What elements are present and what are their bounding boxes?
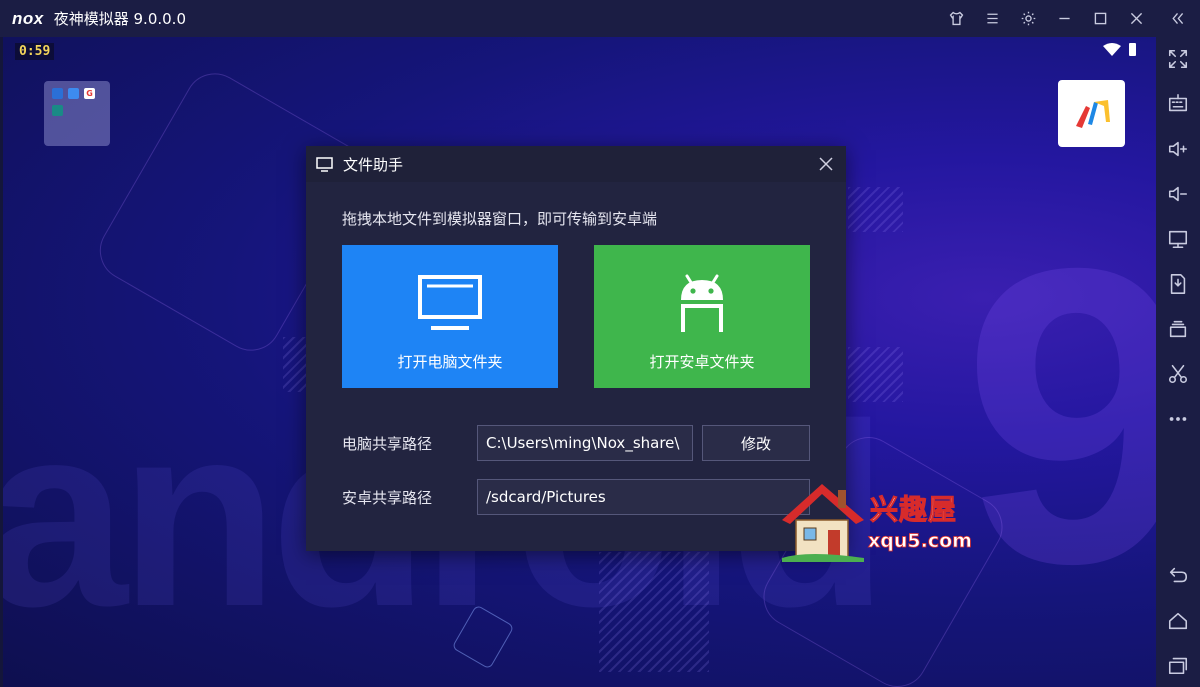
- watermark-brand: 兴趣屋: [869, 493, 958, 527]
- multi-instance-icon: [1169, 320, 1187, 338]
- android-path-row: 安卓共享路径 /sdcard/Pictures: [342, 479, 810, 515]
- recent-apps-icon: [1168, 657, 1188, 675]
- app-icon-store[interactable]: [52, 88, 63, 99]
- computer-icon: [418, 275, 482, 330]
- android-icon: [681, 274, 723, 332]
- keyboard-button[interactable]: [1156, 86, 1200, 122]
- app-icon-tile[interactable]: [1058, 80, 1125, 147]
- dialog-description: 拖拽本地文件到模拟器窗口，即可传输到安卓端: [342, 210, 658, 228]
- status-icons: [1103, 43, 1136, 56]
- volume-up-button[interactable]: [1156, 131, 1200, 167]
- volume-down-button[interactable]: [1156, 176, 1200, 212]
- screen-icon: [1168, 230, 1188, 249]
- close-icon: [819, 157, 833, 171]
- android-path-field[interactable]: /sdcard/Pictures: [477, 479, 810, 515]
- house-logo-icon: [782, 484, 864, 562]
- pc-path-label: 电脑共享路径: [342, 434, 433, 453]
- open-android-folder-button[interactable]: 打开安卓文件夹: [594, 245, 810, 388]
- pc-path-row: 电脑共享路径 C:\Users\ming\Nox_share\ 修改: [342, 425, 810, 461]
- volume-up-icon: [1168, 141, 1188, 157]
- nox-logo: nox: [12, 8, 44, 28]
- settings-icon[interactable]: [1010, 0, 1046, 37]
- open-pc-folder-button[interactable]: 打开电脑文件夹: [342, 245, 558, 388]
- recent-apps-button[interactable]: [1156, 647, 1200, 683]
- app-icon-files[interactable]: [68, 88, 79, 99]
- window-controls: [938, 0, 1200, 37]
- watermark-url: xqu5.com: [868, 530, 973, 553]
- close-icon[interactable]: [1118, 0, 1154, 37]
- dialog-title: 文件助手: [343, 155, 404, 174]
- wallpaper-nine: 9: [962, 182, 1156, 651]
- back-icon: [1169, 567, 1188, 583]
- app-title: 夜神模拟器 9.0.0.0: [53, 10, 186, 28]
- dialog-body: 拖拽本地文件到模拟器窗口，即可传输到安卓端 打开电脑文件夹 打开安卓文件夹 电脑…: [306, 182, 846, 551]
- volume-down-icon: [1168, 186, 1188, 202]
- status-clock: 0:59: [15, 43, 55, 60]
- title-bar: nox 夜神模拟器 9.0.0.0: [0, 0, 1200, 37]
- dialog-close-button[interactable]: [814, 152, 838, 176]
- home-icon: [1168, 612, 1188, 630]
- multi-instance-button[interactable]: [1156, 311, 1200, 347]
- site-watermark: 兴趣屋 xqu5.com: [778, 480, 978, 562]
- open-android-folder-label: 打开安卓文件夹: [649, 353, 755, 371]
- app-icon-google[interactable]: G: [84, 88, 95, 99]
- fullscreen-button[interactable]: [1156, 41, 1200, 77]
- maximize-icon[interactable]: [1082, 0, 1118, 37]
- monitor-icon: [316, 156, 333, 172]
- android-path-label: 安卓共享路径: [342, 488, 433, 507]
- wallpaper-stripes: [848, 187, 903, 232]
- screenshot-button[interactable]: [1156, 356, 1200, 392]
- wallpaper-stripes: [848, 347, 903, 402]
- install-apk-icon: [1170, 274, 1186, 294]
- app-folder[interactable]: G: [44, 81, 110, 146]
- wifi-icon: [1103, 43, 1121, 56]
- battery-icon: [1129, 43, 1136, 56]
- modify-path-button[interactable]: 修改: [702, 425, 810, 461]
- dialog-header: 文件助手: [306, 146, 846, 182]
- minimize-icon[interactable]: [1046, 0, 1082, 37]
- file-helper-dialog: 文件助手 拖拽本地文件到模拟器窗口，即可传输到安卓端 打开电脑文件夹 打开安卓文…: [306, 146, 846, 551]
- menu-icon[interactable]: [974, 0, 1010, 37]
- right-toolbar: [1156, 37, 1200, 687]
- skin-icon[interactable]: [938, 0, 974, 37]
- back-button[interactable]: [1156, 557, 1200, 593]
- scissors-icon: [1168, 364, 1188, 384]
- more-button[interactable]: [1156, 401, 1200, 437]
- collapse-sidebar-icon[interactable]: [1154, 0, 1200, 37]
- app-logo-icon: [1075, 99, 1110, 128]
- keyboard-icon: [1168, 94, 1188, 112]
- open-pc-folder-label: 打开电脑文件夹: [397, 353, 503, 371]
- home-button[interactable]: [1156, 603, 1200, 639]
- more-icon: [1169, 417, 1187, 421]
- pc-path-field[interactable]: C:\Users\ming\Nox_share\: [477, 425, 693, 461]
- app-icon-settings[interactable]: [52, 105, 63, 116]
- wallpaper-stripes: [599, 552, 709, 672]
- android-status-bar: 0:59: [3, 37, 1156, 67]
- screen-button[interactable]: [1156, 221, 1200, 257]
- fullscreen-icon: [1168, 49, 1188, 69]
- install-apk-button[interactable]: [1156, 266, 1200, 302]
